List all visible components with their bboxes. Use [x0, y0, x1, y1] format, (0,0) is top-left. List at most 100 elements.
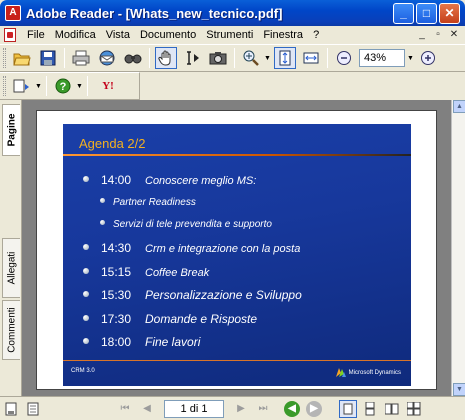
- save-button[interactable]: [37, 47, 59, 69]
- agenda-subitem: Servizi di tele prevendita e supporto: [100, 219, 272, 230]
- last-page-button[interactable]: ⏭: [254, 400, 272, 418]
- bullet-icon: [83, 315, 89, 321]
- facing-button[interactable]: [383, 400, 401, 418]
- agenda-time: 14:30: [101, 241, 132, 255]
- document-icon[interactable]: [4, 28, 16, 42]
- subitem-text: Partner Readiness: [113, 197, 196, 208]
- tab-allegati[interactable]: Allegati: [2, 238, 20, 298]
- yahoo-button[interactable]: Y!: [93, 75, 123, 97]
- select-text-icon: [187, 51, 199, 65]
- first-page-icon: ⏮: [120, 403, 130, 414]
- agenda-time: 15:30: [101, 288, 132, 302]
- menu-bar: File Modifica Vista Documento Strumenti …: [0, 26, 465, 44]
- menu-file[interactable]: File: [22, 29, 50, 41]
- agenda-row: 14:30 Crm e integrazione con la posta: [83, 241, 300, 255]
- pages-button[interactable]: [11, 75, 33, 97]
- zoom-out-circle-icon: [337, 51, 351, 65]
- agenda-desc: Domande e Risposte: [145, 312, 258, 326]
- bullet-icon: [83, 338, 89, 344]
- subitem-text: Servizi di tele prevendita e supporto: [113, 219, 272, 230]
- zoom-out-button[interactable]: [333, 47, 355, 69]
- continuous-button[interactable]: [361, 400, 379, 418]
- zoom-dropdown-icon[interactable]: ▼: [407, 55, 415, 62]
- email-button[interactable]: [96, 47, 118, 69]
- slide-footer-line: [63, 360, 411, 361]
- next-page-button[interactable]: ▶: [232, 400, 250, 418]
- secondary-toolbar: ▼ ? ▼ Y!: [0, 72, 140, 100]
- back-view-button[interactable]: ◀: [284, 400, 300, 417]
- zoom-in-circle-icon: [421, 51, 435, 65]
- zoom-tool-button[interactable]: [240, 47, 262, 69]
- doc-minimize-button[interactable]: _: [415, 28, 429, 42]
- document-view[interactable]: Agenda 2/2 14:00 Conoscere meglio MS: Pa…: [22, 100, 451, 396]
- slide-footer-left: CRM 3.0: [71, 368, 95, 374]
- main-toolbar: ▼ 43% ▼: [0, 44, 465, 72]
- slide-title: Agenda 2/2: [79, 136, 146, 151]
- forward-view-button[interactable]: ▶: [306, 400, 322, 417]
- fit-page-button[interactable]: [274, 47, 296, 69]
- menu-modifica[interactable]: Modifica: [50, 29, 101, 41]
- menu-strumenti[interactable]: Strumenti: [201, 29, 258, 41]
- open-button[interactable]: [11, 47, 33, 69]
- scroll-up-icon[interactable]: ▲: [453, 100, 465, 113]
- toolbar-grip[interactable]: [3, 76, 6, 96]
- page-number-field[interactable]: 1 di 1: [164, 399, 224, 418]
- single-page-button[interactable]: [339, 399, 357, 418]
- close-button[interactable]: ✕: [439, 3, 460, 24]
- prev-page-icon: ◀: [143, 403, 151, 414]
- agenda-subitem: Partner Readiness: [100, 197, 196, 208]
- page-size-button[interactable]: [2, 400, 20, 418]
- tab-label: Commenti: [6, 307, 17, 353]
- chevron-down-icon[interactable]: ▼: [264, 55, 272, 62]
- doc-close-button[interactable]: ✕: [447, 28, 461, 42]
- options-button[interactable]: [24, 400, 42, 418]
- microsoft-dynamics-logo-icon: [335, 368, 346, 377]
- minimize-button[interactable]: _: [393, 3, 414, 24]
- search-button[interactable]: [122, 47, 144, 69]
- scroll-down-icon[interactable]: ▼: [453, 383, 465, 396]
- acrobat-icon: A: [5, 5, 21, 21]
- prev-page-button[interactable]: ◀: [138, 400, 156, 418]
- save-icon: [40, 50, 56, 66]
- agenda-desc: Crm e integrazione con la posta: [145, 243, 301, 255]
- agenda-desc: Fine lavori: [145, 335, 201, 349]
- pdf-page: Agenda 2/2 14:00 Conoscere meglio MS: Pa…: [36, 110, 437, 390]
- continuous-facing-button[interactable]: [405, 400, 423, 418]
- continuous-facing-icon: [407, 401, 421, 415]
- open-icon: [13, 53, 31, 66]
- menu-documento[interactable]: Documento: [135, 29, 201, 41]
- chevron-down-icon[interactable]: ▼: [76, 83, 84, 90]
- vertical-scrollbar[interactable]: ▲ ▼: [451, 100, 465, 396]
- menu-help[interactable]: ?: [308, 29, 324, 41]
- menu-vista[interactable]: Vista: [101, 29, 135, 41]
- zoom-in-button[interactable]: [417, 47, 439, 69]
- select-text-button[interactable]: [181, 47, 203, 69]
- tab-pagine[interactable]: Pagine: [2, 104, 20, 156]
- doc-restore-button[interactable]: ▫: [431, 28, 445, 42]
- maximize-button[interactable]: □: [416, 3, 437, 24]
- back-arrow-icon: ◀: [288, 403, 296, 414]
- tab-commenti[interactable]: Commenti: [2, 300, 20, 360]
- bullet-icon: [100, 198, 105, 203]
- page-size-icon: [5, 402, 17, 415]
- help-button[interactable]: ?: [52, 75, 74, 97]
- slide: Agenda 2/2 14:00 Conoscere meglio MS: Pa…: [63, 124, 411, 386]
- chevron-down-icon[interactable]: ▼: [35, 83, 43, 90]
- agenda-row: 15:15 Coffee Break: [83, 265, 209, 279]
- snapshot-icon: [209, 52, 227, 65]
- agenda-desc: Conoscere meglio MS:: [145, 175, 257, 187]
- snapshot-button[interactable]: [207, 47, 229, 69]
- fit-page-icon: [279, 50, 291, 66]
- fit-width-button[interactable]: [300, 47, 322, 69]
- zoom-field[interactable]: 43%: [359, 49, 405, 67]
- menu-finestra[interactable]: Finestra: [258, 29, 308, 41]
- next-page-icon: ▶: [237, 403, 245, 414]
- toolbar-grip[interactable]: [3, 48, 6, 68]
- forward-arrow-icon: ▶: [310, 403, 318, 414]
- hand-tool-button[interactable]: [155, 47, 177, 69]
- first-page-button[interactable]: ⏮: [116, 400, 134, 418]
- toolbar-separator: [87, 76, 88, 96]
- print-button[interactable]: [70, 47, 92, 69]
- window-title: Adobe Reader - [Whats_new_tecnico.pdf]: [26, 5, 283, 21]
- bullet-icon: [83, 176, 89, 182]
